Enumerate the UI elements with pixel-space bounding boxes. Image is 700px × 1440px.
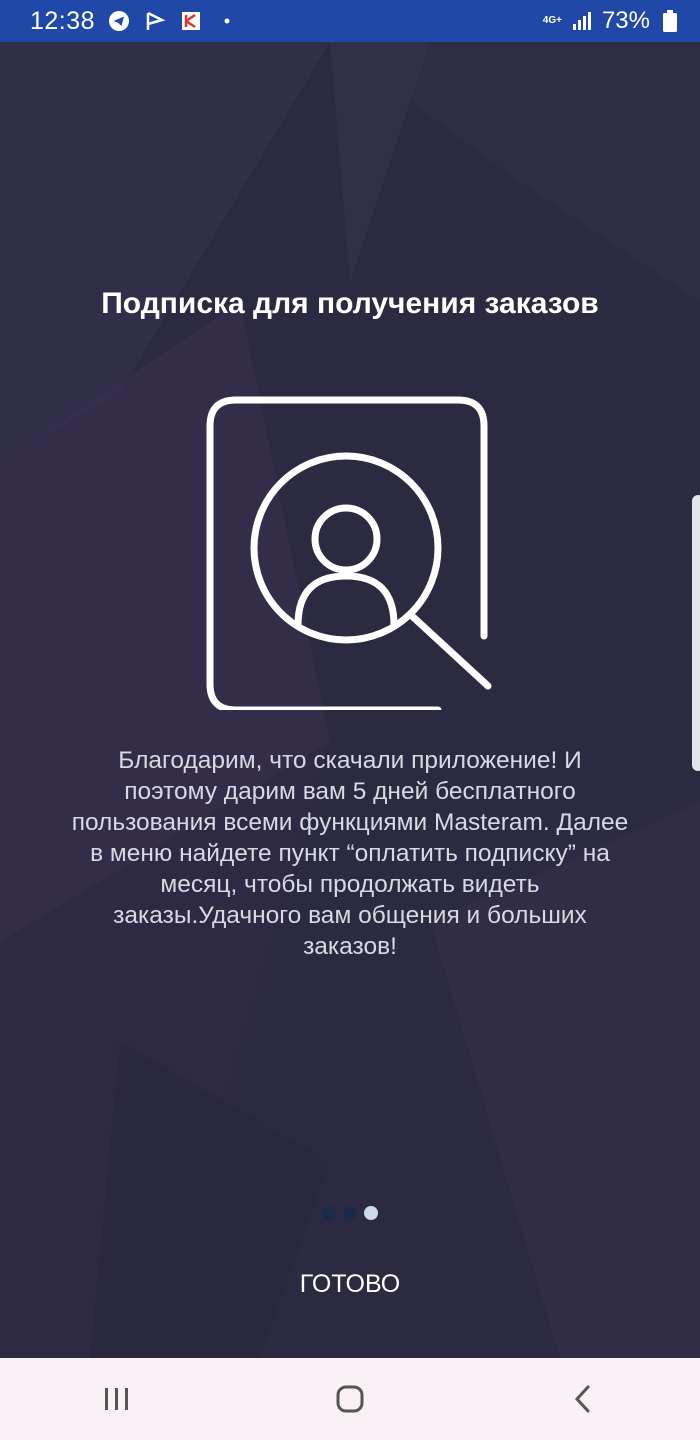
system-nav-bar — [0, 1358, 700, 1440]
battery-percent: 73% — [601, 7, 650, 34]
status-time: 12:38 — [30, 6, 96, 35]
recent-apps-button[interactable] — [77, 1369, 157, 1429]
onboarding-description: Благодарим, что скачали приложение! И по… — [71, 747, 629, 960]
onboarding-screen: 12:38 4G+ 73% Подписка для получения зак… — [0, 0, 700, 1440]
battery-icon — [658, 9, 682, 33]
profile-search-icon — [206, 396, 492, 710]
network-type: 4G+ — [542, 15, 562, 26]
app-notification-icon — [179, 9, 203, 33]
page-dot-1 — [322, 1206, 336, 1220]
edge-panel-handle[interactable] — [692, 495, 700, 771]
back-icon — [575, 1385, 590, 1413]
home-button[interactable] — [310, 1369, 390, 1429]
page-dot-3-active — [364, 1206, 378, 1220]
dot-icon — [215, 9, 239, 33]
page-indicator — [322, 1206, 378, 1220]
onboarding-title: Подписка для получения заказов — [101, 287, 599, 320]
home-icon — [336, 1385, 364, 1413]
back-button[interactable] — [543, 1369, 623, 1429]
page-dot-2 — [343, 1206, 357, 1220]
recent-apps-icon — [104, 1388, 128, 1410]
flag-icon — [143, 9, 167, 33]
signal-icon — [570, 9, 594, 33]
telegram-icon — [107, 9, 131, 33]
status-bar: 12:38 4G+ 73% — [0, 0, 700, 42]
done-button[interactable]: ГОТОВО — [250, 1262, 450, 1306]
